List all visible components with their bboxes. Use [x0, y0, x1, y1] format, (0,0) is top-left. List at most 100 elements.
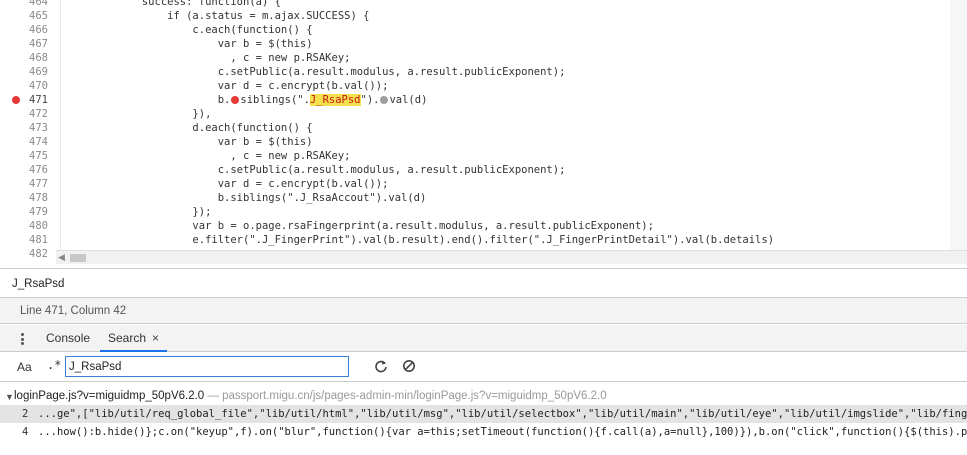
line-gutter[interactable]: 468 [0, 51, 56, 65]
line-number: 471 [29, 94, 48, 106]
code-line[interactable]: 476 c.setPublic(a.result.modulus, a.resu… [0, 163, 967, 177]
code-text: e.filter(".J_FingerPrint").val(b.result)… [66, 234, 775, 246]
result-line-number: 2 [22, 408, 29, 420]
tab-search[interactable]: Search × [100, 325, 168, 352]
line-number: 470 [29, 80, 48, 92]
code-text: success: function(a) { [66, 0, 281, 8]
code-line[interactable]: 473 d.each(function() { [0, 121, 967, 135]
breakpoint-icon[interactable] [12, 96, 20, 104]
inline-breakpoint-inactive-icon[interactable] [380, 96, 389, 104]
code-line[interactable]: 472 }), [0, 107, 967, 121]
line-gutter[interactable]: 472 [0, 107, 56, 121]
line-gutter[interactable]: 466 [0, 23, 56, 37]
code-text: var b = o.page.rsaFingerprint(a.result.m… [66, 220, 654, 232]
code-line[interactable]: 468 , c = new p.RSAKey; [0, 51, 967, 65]
code-line[interactable]: 469 c.setPublic(a.result.modulus, a.resu… [0, 65, 967, 79]
code-text: , c = new p.RSAKey; [66, 52, 351, 64]
search-input[interactable] [65, 356, 349, 377]
line-gutter[interactable]: 475 [0, 149, 56, 163]
code-line[interactable]: 464 success: function(a) { [0, 0, 967, 9]
clear-icon[interactable] [402, 359, 416, 373]
code-text: , c = new p.RSAKey; [66, 150, 351, 162]
code-line[interactable]: 470 var d = c.encrypt(b.val()); [0, 79, 967, 93]
match-case-toggle[interactable]: Aa [17, 360, 32, 374]
line-gutter[interactable]: 473 [0, 121, 56, 135]
code-line[interactable]: 471 b. siblings(".J_RsaPsd"). val(d) [0, 93, 967, 107]
result-separator: — [204, 390, 223, 402]
code-line[interactable]: 467 var b = $(this) [0, 37, 967, 51]
result-file-path: passport.migu.cn/js/pages-admin-min/logi… [222, 390, 607, 402]
inline-breakpoint-icon[interactable] [231, 96, 240, 104]
status-bar: Line 471, Column 42 [0, 298, 967, 324]
line-gutter[interactable]: 471 [0, 93, 56, 107]
line-number: 464 [29, 0, 48, 8]
line-number: 474 [29, 136, 48, 148]
line-gutter[interactable]: 474 [0, 135, 56, 149]
line-number: 473 [29, 122, 48, 134]
line-gutter[interactable]: 464 [0, 0, 56, 9]
code-line[interactable]: 481 e.filter(".J_FingerPrint").val(b.res… [0, 233, 967, 247]
tab-console[interactable]: Console [38, 325, 98, 352]
line-gutter[interactable]: 479 [0, 205, 56, 219]
code-editor[interactable]: 464 success: function(a) {465 if (a.stat… [0, 0, 967, 264]
search-match-highlight: J_RsaPsd [309, 94, 361, 106]
line-number: 479 [29, 206, 48, 218]
regex-toggle[interactable]: .* [47, 358, 61, 372]
code-segment: val(d) [389, 94, 428, 106]
code-line[interactable]: 465 if (a.status = m.ajax.SUCCESS) { [0, 9, 967, 23]
line-gutter[interactable]: 480 [0, 219, 56, 233]
line-number: 468 [29, 52, 48, 64]
code-text: c.setPublic(a.result.modulus, a.result.p… [66, 164, 566, 176]
result-line[interactable]: 2 ...ge",["lib/util/req_global_file","li… [0, 405, 967, 423]
code-line[interactable]: 475 , c = new p.RSAKey; [0, 149, 967, 163]
close-icon[interactable]: × [152, 331, 159, 345]
line-gutter[interactable]: 465 [0, 9, 56, 23]
code-line[interactable]: 479 }); [0, 205, 967, 219]
line-gutter[interactable]: 467 [0, 37, 56, 51]
result-line-text: ...how():b.hide()};c.on("keyup",f).on("b… [38, 426, 967, 438]
result-file-header[interactable]: ▼ loginPage.js?v=miguidmp_50pV6.2.0 — pa… [0, 389, 967, 405]
search-toolbar: Aa .* [0, 352, 967, 382]
line-gutter[interactable]: 469 [0, 65, 56, 79]
code-text: c.setPublic(a.result.modulus, a.result.p… [66, 66, 566, 78]
drawer-tabbar: Console Search × [0, 325, 967, 352]
line-number: 465 [29, 10, 48, 22]
code-line[interactable]: 466 c.each(function() { [0, 23, 967, 37]
search-results: ▼ loginPage.js?v=miguidmp_50pV6.2.0 — pa… [0, 382, 967, 455]
more-options-icon[interactable] [21, 333, 24, 345]
code-segment: b. [66, 94, 231, 106]
result-line[interactable]: 4 ...how():b.hide()};c.on("keyup",f).on(… [0, 423, 967, 441]
line-gutter[interactable]: 481 [0, 233, 56, 247]
scroll-left-icon[interactable]: ◀ [58, 252, 65, 263]
line-gutter[interactable]: 470 [0, 79, 56, 93]
line-gutter[interactable]: 482 [0, 247, 56, 261]
code-text: if (a.status = m.ajax.SUCCESS) { [66, 10, 370, 22]
code-line[interactable]: 478 b.siblings(".J_RsaAccout").val(d) [0, 191, 967, 205]
line-gutter[interactable]: 478 [0, 191, 56, 205]
code-line[interactable]: 474 var b = $(this) [0, 135, 967, 149]
code-text: b. siblings(".J_RsaPsd"). val(d) [66, 93, 427, 107]
result-line-text: ...ge",["lib/util/req_global_file","lib/… [38, 408, 967, 420]
line-gutter[interactable]: 477 [0, 177, 56, 191]
code-segment: "). [360, 94, 380, 106]
code-text: }); [66, 206, 212, 218]
line-gutter[interactable]: 476 [0, 163, 56, 177]
refresh-icon[interactable] [374, 359, 388, 373]
line-number: 476 [29, 164, 48, 176]
code-segment: siblings(". [240, 94, 310, 106]
code-text: c.each(function() { [66, 24, 313, 36]
horizontal-scrollbar[interactable]: ◀ [56, 250, 967, 264]
code-text: var d = c.encrypt(b.val()); [66, 80, 389, 92]
triangle-down-icon[interactable]: ▼ [5, 392, 14, 402]
vertical-scrollbar[interactable] [950, 0, 967, 250]
scrollbar-thumb[interactable] [70, 254, 86, 262]
code-line[interactable]: 477 var d = c.encrypt(b.val()); [0, 177, 967, 191]
find-input[interactable] [12, 276, 312, 292]
code-text: var d = c.encrypt(b.val()); [66, 178, 389, 190]
line-number: 482 [29, 248, 48, 260]
code-line[interactable]: 480 var b = o.page.rsaFingerprint(a.resu… [0, 219, 967, 233]
result-line-number: 4 [22, 426, 29, 438]
line-number: 467 [29, 38, 48, 50]
line-number: 466 [29, 24, 48, 36]
line-number: 480 [29, 220, 48, 232]
